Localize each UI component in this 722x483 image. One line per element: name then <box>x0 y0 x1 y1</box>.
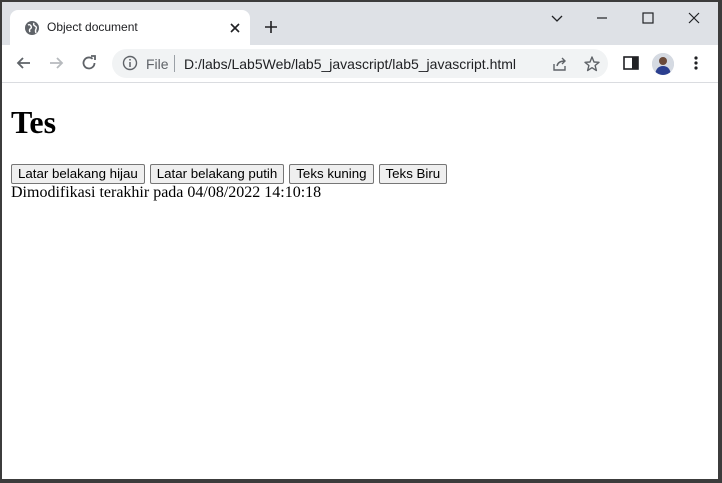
star-icon[interactable] <box>583 55 601 73</box>
share-icon[interactable] <box>551 55 569 73</box>
white-background-button[interactable]: Latar belakang putih <box>149 164 285 184</box>
page-content: Tes Latar belakang hijau Latar belakang … <box>2 83 718 479</box>
minimize-icon[interactable] <box>593 9 611 27</box>
globe-icon <box>24 20 40 36</box>
maximize-icon[interactable] <box>639 9 657 27</box>
plus-icon[interactable] <box>262 18 280 36</box>
avatar[interactable] <box>652 53 674 75</box>
tab-strip: Object document <box>2 2 718 45</box>
reload-icon[interactable] <box>79 53 99 73</box>
kebab-menu-icon[interactable] <box>686 53 706 73</box>
side-panel-icon[interactable] <box>621 53 641 73</box>
arrow-left-icon[interactable] <box>14 53 34 73</box>
tab-active[interactable]: Object document <box>10 10 250 45</box>
button-row: Latar belakang hijau Latar belakang puti… <box>11 164 448 184</box>
browser-window: Object document File D:/labs/Lab5Web/lab… <box>2 2 718 479</box>
blue-text-button[interactable]: Teks Biru <box>378 164 448 184</box>
url-scheme-label: File <box>146 56 169 72</box>
yellow-text-button[interactable]: Teks kuning <box>289 164 374 184</box>
chevron-down-icon[interactable] <box>548 9 566 27</box>
arrow-right-icon[interactable] <box>46 53 66 73</box>
page-title: Tes <box>11 104 57 140</box>
green-background-button[interactable]: Latar belakang hijau <box>11 164 145 184</box>
close-window-icon[interactable] <box>685 9 703 27</box>
browser-toolbar: File D:/labs/Lab5Web/lab5_javascript/lab… <box>2 45 718 83</box>
close-icon[interactable] <box>226 19 244 37</box>
info-icon[interactable] <box>122 55 138 71</box>
url-text[interactable]: D:/labs/Lab5Web/lab5_javascript/lab5_jav… <box>184 56 516 72</box>
last-modified-text: Dimodifikasi terakhir pada 04/08/2022 14… <box>11 184 322 201</box>
omnibox-divider <box>174 55 175 72</box>
tab-title: Object document <box>47 20 138 34</box>
address-bar[interactable]: File D:/labs/Lab5Web/lab5_javascript/lab… <box>112 49 608 78</box>
